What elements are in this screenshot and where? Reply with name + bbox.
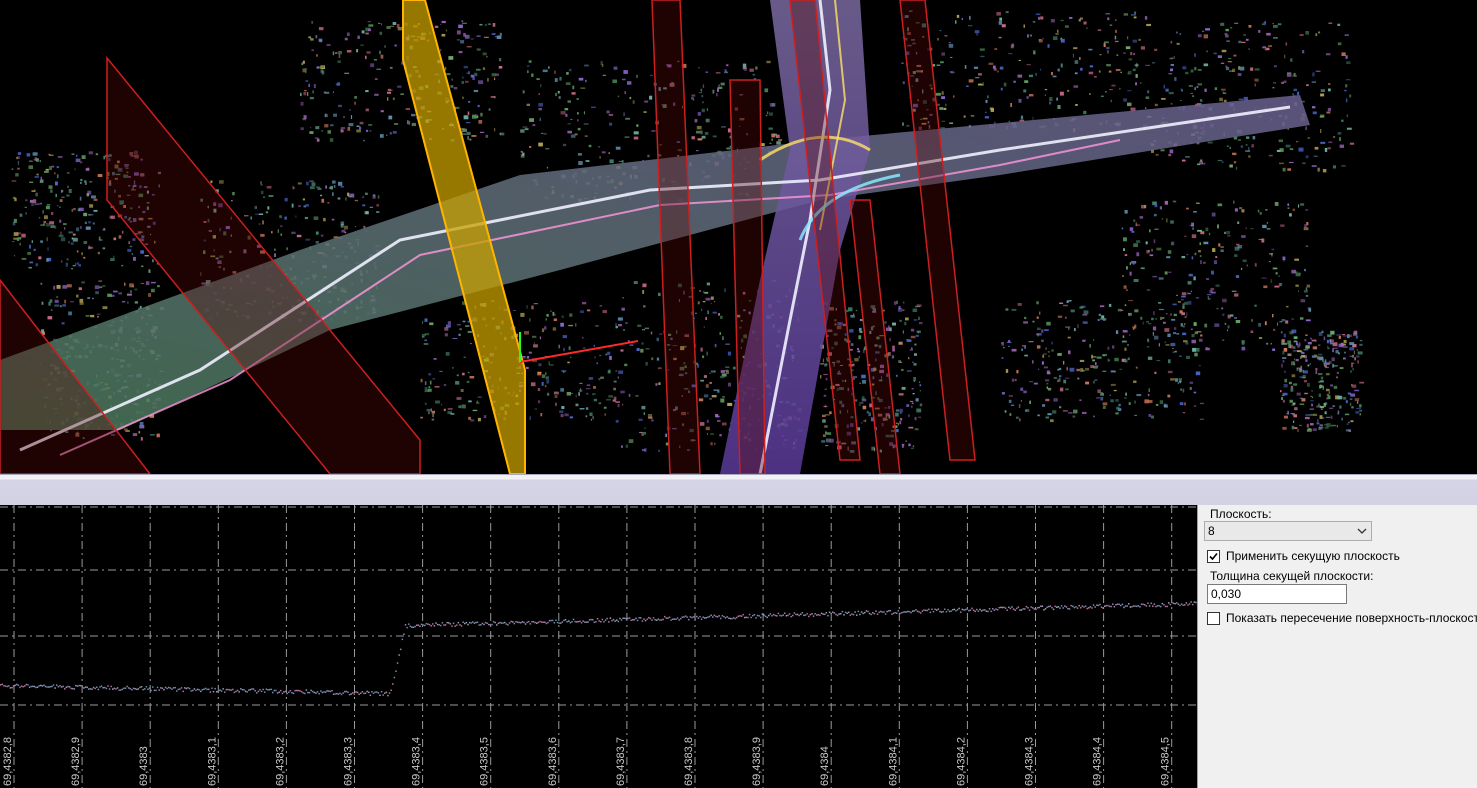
x-tick-label: 69,4383,8 xyxy=(683,737,695,786)
plane-label: Плоскость: xyxy=(1210,507,1272,521)
x-tick-label: 69,4382,8 xyxy=(2,737,14,786)
properties-panel: Плоскость: 8 Применить секущую плоскость… xyxy=(1197,505,1477,788)
check-icon xyxy=(1209,552,1218,560)
x-tick-label: 69,4383 xyxy=(138,746,150,786)
x-tick-label: 69,4384 xyxy=(819,746,831,786)
cutting-plane-5[interactable] xyxy=(899,0,976,461)
x-tick-label: 69,4383,4 xyxy=(411,737,423,786)
x-tick-label: 69,4383,9 xyxy=(751,737,763,786)
point-cloud-canvas[interactable] xyxy=(0,0,1477,474)
x-tick-label: 69,4384,1 xyxy=(887,737,899,786)
thickness-label: Толщина секущей плоскости: xyxy=(1210,569,1374,583)
section-view[interactable]: 69,4382,8 69,4382,9 69,4383 69,4383,1 69,438… xyxy=(0,505,1197,788)
x-tick-label: 69,4383,1 xyxy=(206,737,218,786)
x-tick-label: 69,4382,9 xyxy=(70,737,82,786)
apply-cutting-plane-box[interactable] xyxy=(1207,549,1220,563)
x-tick-label: 69,4384,3 xyxy=(1024,737,1036,786)
x-tick-label: 69,4384,5 xyxy=(1160,737,1172,786)
point-cloud-viewport[interactable] xyxy=(0,0,1477,474)
x-tick-label: 69,4384,4 xyxy=(1092,737,1104,786)
x-tick-label: 69,4383,6 xyxy=(547,737,559,786)
x-tick-label: 69,4383,2 xyxy=(274,737,286,786)
plane-select[interactable]: 8 xyxy=(1204,521,1372,541)
apply-cutting-plane-label: Применить секущую плоскость xyxy=(1226,549,1400,563)
show-intersection-checkbox[interactable]: Показать пересечение поверхность-плоскос… xyxy=(1207,610,1477,626)
plane-select-value: 8 xyxy=(1208,524,1215,538)
panel-splitter[interactable] xyxy=(0,474,1477,505)
thickness-input[interactable] xyxy=(1207,584,1347,604)
section-grid xyxy=(0,505,1197,788)
section-x-axis-labels: 69,4382,8 69,4382,9 69,4383 69,4383,1 69,438… xyxy=(2,737,1172,786)
apply-cutting-plane-checkbox[interactable]: Применить секущую плоскость xyxy=(1207,548,1400,564)
chevron-down-icon xyxy=(1357,528,1367,534)
x-tick-label: 69,4383,5 xyxy=(479,737,491,786)
show-intersection-label: Показать пересечение поверхность-плоскос… xyxy=(1226,611,1477,625)
x-tick-label: 69,4384,2 xyxy=(955,737,967,786)
show-intersection-box[interactable] xyxy=(1207,611,1220,625)
x-tick-label: 69,4383,3 xyxy=(343,737,355,786)
x-tick-label: 69,4383,7 xyxy=(615,737,627,786)
section-canvas[interactable]: 69,4382,8 69,4382,9 69,4383 69,4383,1 69,438… xyxy=(0,505,1197,788)
section-profile-points xyxy=(0,601,1197,697)
